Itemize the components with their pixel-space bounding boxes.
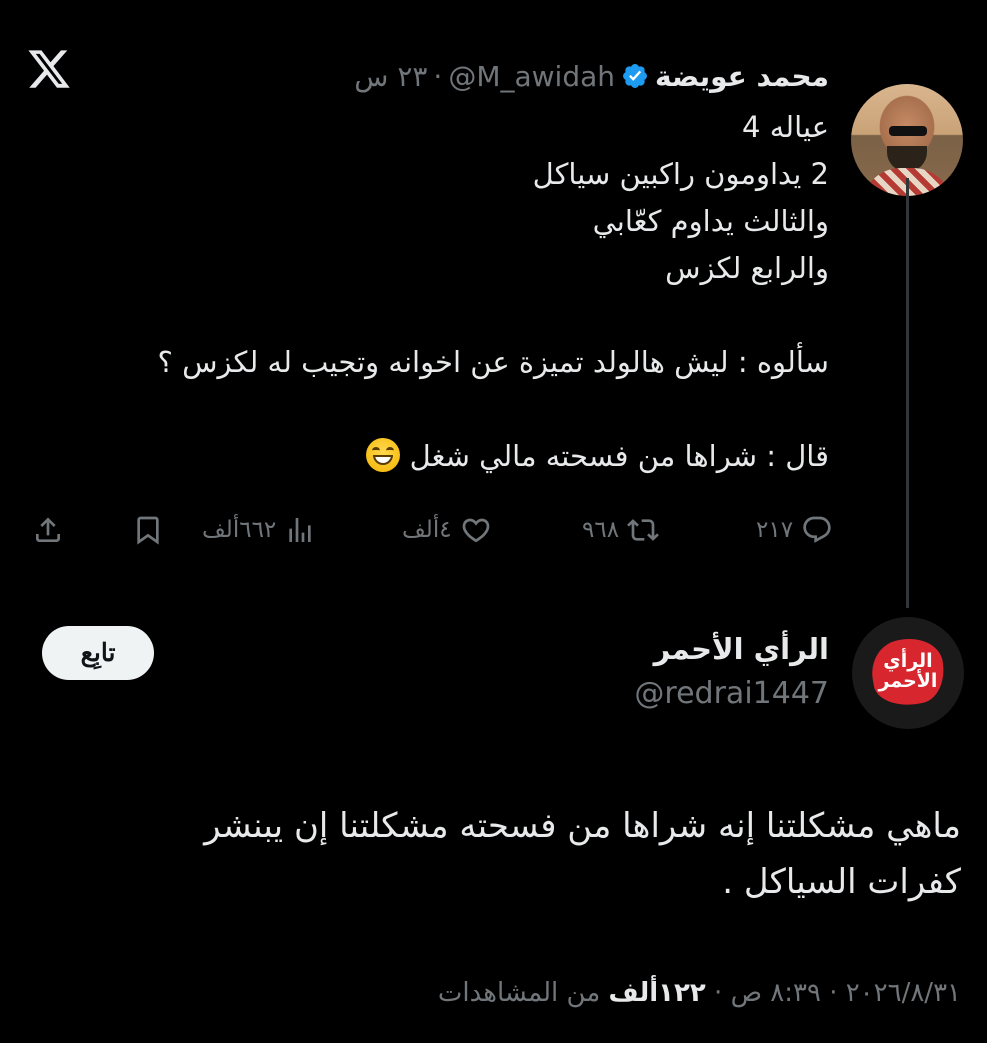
tweet-line: عياله 4 [742,110,829,144]
tweet-line: والثالث يداوم كعّابي [592,204,829,238]
like-count: ٤ألف [402,517,452,543]
reply-line: كفرات السياكل . [722,862,961,902]
follow-button[interactable]: تابِع [42,626,154,680]
meta-separator: · [829,978,838,1008]
views-button[interactable]: ٦٦٢ألف [202,508,316,552]
views-icon [289,518,311,542]
reply-author-avatar[interactable]: الرأي الأحمر [852,617,964,729]
tweet-line: سألوه : ليش هالولد تميزة عن اخوانه وتجيب… [157,345,829,379]
reply-text: ماهي مشكلتنا إنه شراها من فسحته مشكلتنا … [31,798,961,910]
author-handle[interactable]: @M_awidah [448,60,615,93]
reply-meta: ٢٠٢٦/٨/٣١ · ٨:٣٩ ص · ١٢٢ألف من المشاهدات [438,978,961,1008]
bookmark-button[interactable] [132,508,164,552]
reply-count: ٢١٧ [756,517,794,543]
tweet-line: 2 يداومون راكبين سياكل [532,157,829,191]
meta-separator: · [714,978,723,1008]
views-label: من المشاهدات [437,978,601,1008]
post-time[interactable]: ٨:٣٩ ص [731,978,821,1008]
tweet-action-bar: ٢١٧ ٩٦٨ ٤ألف ٦٦٢ألف [26,508,836,552]
tweet-line-last: قال : شراها من فسحته مالي شغل [49,433,829,480]
tweet-line-empty [49,292,829,339]
bookmark-icon [137,516,159,545]
avatar-logo-text: الرأي الأحمر [878,650,938,692]
retweet-button[interactable]: ٩٦٨ [582,508,659,552]
author-name[interactable]: محمد عويضة [655,60,829,93]
like-icon [462,518,489,543]
separator-dot: · [433,59,443,93]
tweet-text: عياله 4 2 يداومون راكبين سياكل والثالث ي… [49,104,829,480]
retweet-icon [627,519,659,541]
reply-line: ماهي مشكلتنا إنه شراها من فسحته مشكلتنا … [204,806,961,846]
reply-author-name[interactable]: الرأي الأحمر [654,632,829,666]
views-total: ١٢٢ألف [608,978,706,1008]
tweet-line-empty [49,386,829,433]
post-date[interactable]: ٢٠٢٦/٨/٣١ [846,978,961,1008]
thread-connector [906,178,909,608]
x-logo-icon[interactable] [26,46,72,92]
reply-icon [803,516,831,543]
tweet-header: محمد عويضة @M_awidah · ٢٣ س [354,56,829,96]
grinning-emoji-icon [366,438,401,472]
retweet-count: ٩٦٨ [582,517,620,543]
share-button[interactable] [32,508,64,552]
tweet-line: قال : شراها من فسحته مالي شغل [409,439,829,473]
tweet-time[interactable]: ٢٣ س [354,60,427,93]
reply-author-handle[interactable]: @redrai1447 [634,676,829,711]
reply-button[interactable]: ٢١٧ [756,508,833,552]
tweet-line: والرابع لكزس [665,251,829,285]
verified-badge-icon [623,64,647,88]
like-button[interactable]: ٤ألف [402,508,492,552]
views-count: ٦٦٢ألف [202,517,277,543]
share-icon [36,517,60,542]
